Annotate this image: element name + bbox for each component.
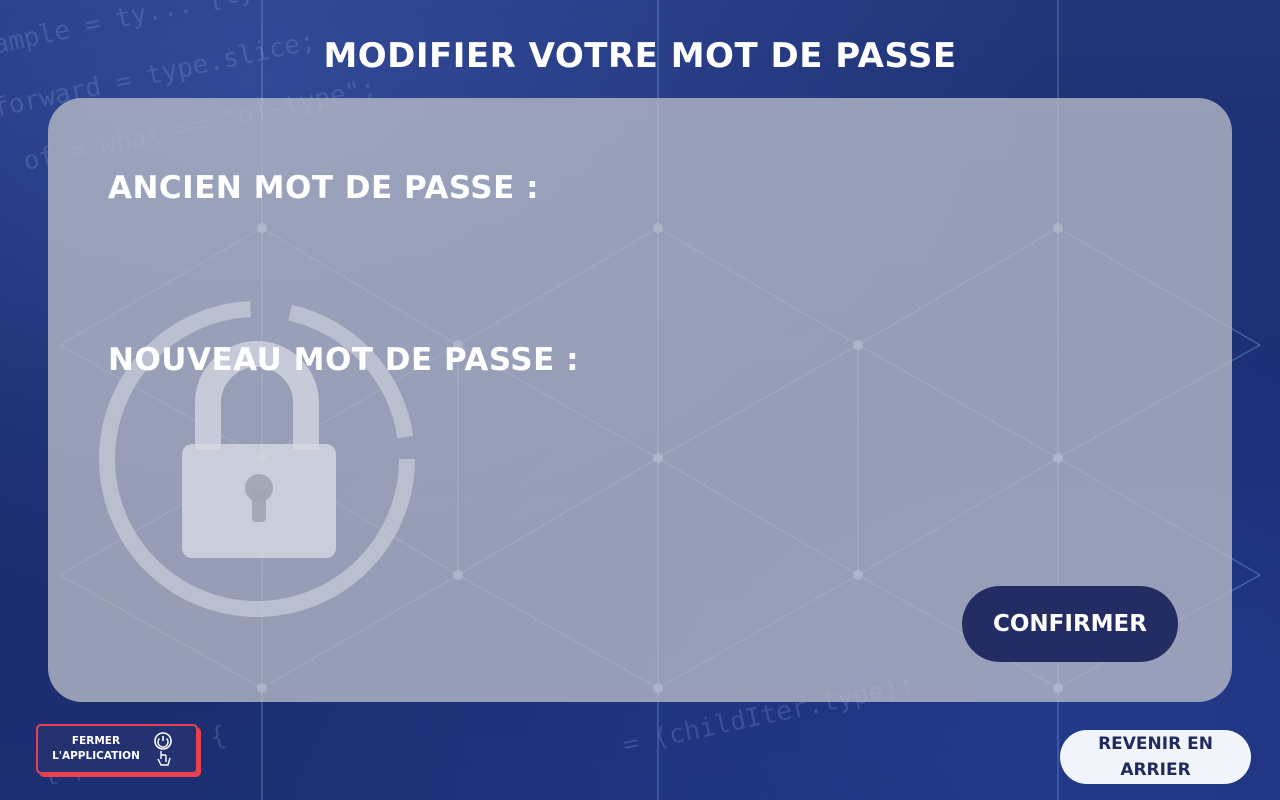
close-app-button[interactable]: FERMER L'APPLICATION xyxy=(36,724,198,774)
back-button[interactable]: REVENIR EN ARRIER xyxy=(1060,730,1251,784)
new-password-label: NOUVEAU MOT DE PASSE : xyxy=(108,342,579,378)
back-label: REVENIR EN ARRIER xyxy=(1098,734,1213,780)
old-password-label: ANCIEN MOT DE PASSE : xyxy=(108,170,539,206)
confirm-button[interactable]: CONFIRMER xyxy=(962,586,1178,662)
password-form-card: ANCIEN MOT DE PASSE : NOUVEAU MOT DE PAS… xyxy=(48,98,1232,702)
page-title: MODIFIER VOTRE MOT DE PASSE xyxy=(323,36,957,76)
close-app-label: FERMER L'APPLICATION xyxy=(52,735,140,762)
power-touch-icon xyxy=(154,732,172,766)
